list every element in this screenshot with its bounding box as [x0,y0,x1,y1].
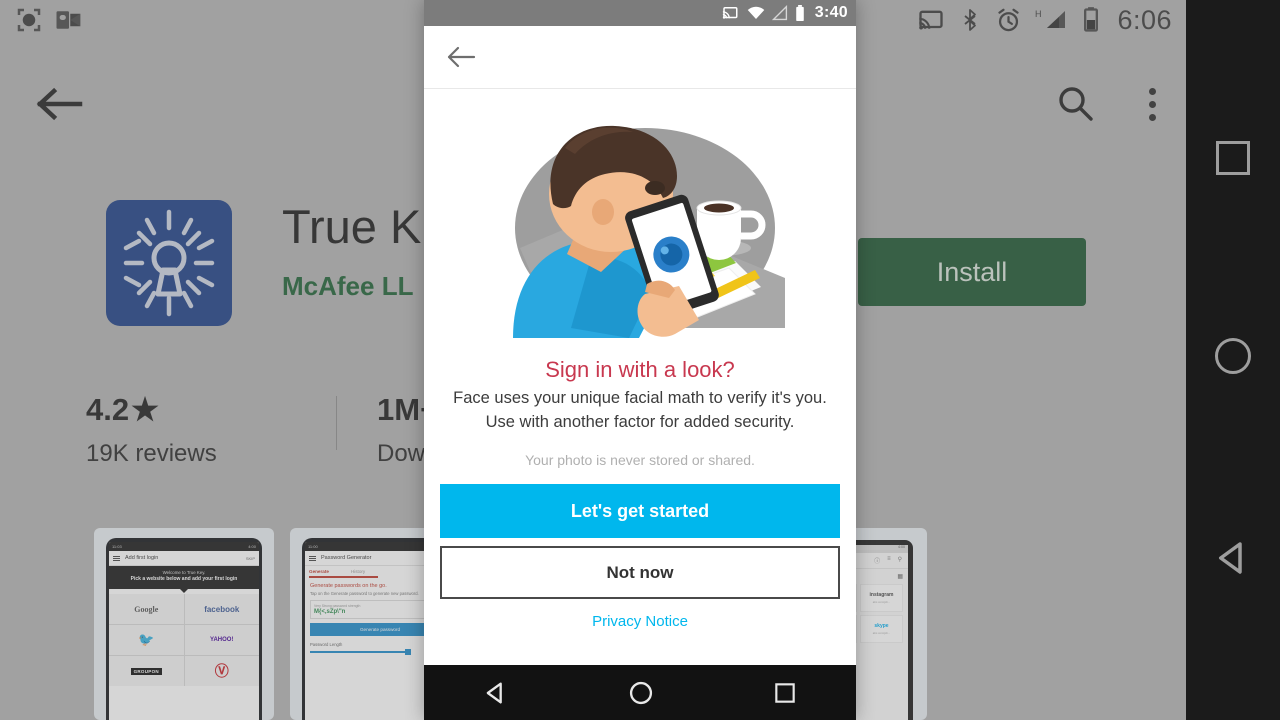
star-icon: ★ [131,392,159,427]
overlay-toolbar [424,26,856,89]
face-signin-illustration [424,89,856,357]
shot2-bar-title: Password Generator [321,555,372,561]
install-button[interactable]: Install [858,238,1086,306]
tile-pinterest: Ⓥ [184,656,259,686]
back-arrow-icon[interactable] [446,45,476,69]
inner-clock: 3:40 [814,4,848,21]
system-clock: 6:06 [1117,4,1172,35]
shot-status-right: 4:00 [248,544,256,549]
grid-view-icon: ▦ [897,574,903,580]
stat-divider [336,396,337,450]
launchpad-card: instagram abc.com/joh... [860,584,903,612]
cast-icon [720,4,740,22]
recents-square-icon[interactable] [772,680,798,706]
battery-icon [795,4,805,22]
not-now-button[interactable]: Not now [440,546,840,600]
screen-record-icon [14,5,44,35]
search-icon: ⚲ [897,557,902,563]
home-circle-icon[interactable] [627,679,655,707]
tile-google: Google [109,594,184,624]
notification-icons [14,5,84,35]
shot2-tab-history: History [350,569,366,574]
back-arrow-icon[interactable] [32,84,86,124]
rating-value: 4.2 [86,392,130,427]
shot-bar-title: Add first login [125,555,159,561]
shot-skip-label: SKIP [245,555,255,561]
overlay-content: Sign in with a look? Face uses your uniq… [424,89,856,630]
svg-text:H: H [1035,9,1042,19]
signal-icon [771,4,788,21]
shot2-slider [310,648,411,655]
shot-hero-line1: Welcome to True Key. [162,570,206,575]
app-title: True K [282,200,422,253]
screen-root: H 6:06 True K McAfee LL Install 4.2 ★ 19… [0,0,1280,720]
tile-yahoo: YAHOO! [184,625,259,655]
alarm-icon [995,7,1022,34]
overlay-body-line2: Use with another factor for added securi… [485,413,795,432]
launchpad-card: skype abc.com/joh... [860,615,903,643]
inner-navigation-bar [424,665,856,720]
home-circle-icon[interactable] [1215,337,1251,374]
sort-icon: ≡ [887,556,891,562]
outlook-icon [54,5,84,35]
shot-status-time: 11:03 [112,544,122,549]
screenshot-add-first-login[interactable]: 11:03 4:00 Add first login SKIP Welcome … [94,528,274,720]
app-header: True K McAfee LL [106,200,421,326]
overlay-body-line1: Face uses your unique facial math to ver… [453,389,827,408]
hamburger-icon [309,555,316,561]
signal-h-icon: H [1035,6,1069,34]
info-icon: ⓘ [874,559,881,565]
tab-status-time: 4:00 [898,545,905,549]
reviews-label: 19K reviews [86,440,217,467]
hamburger-icon [113,555,120,561]
system-icons: H 6:06 [917,0,1172,40]
overlay-text-block: Sign in with a look? Face uses your uniq… [424,357,856,468]
app-developer[interactable]: McAfee LL [282,271,421,302]
app-meta: True K McAfee LL [282,200,421,302]
recents-square-icon[interactable] [1216,141,1250,176]
tile-groupon: GROUPON [109,656,184,686]
true-key-onboarding-screen: 3:40 Sign in with a look? Face uses your… [424,0,856,720]
shot2-tab-generate: Generate [309,569,329,574]
shot2-status-time: 11:00 [308,544,318,549]
shot-hero-line2: Pick a website below and add your first … [130,576,238,582]
lets-get-started-button[interactable]: Let's get started [440,484,840,539]
back-triangle-icon[interactable] [1212,537,1254,579]
search-icon[interactable] [1055,83,1097,125]
overlay-fine-print: Your photo is never stored or shared. [525,452,755,469]
cast-icon [917,6,945,34]
overlay-buttons: Let's get started Not now Privacy Notice [424,484,856,630]
wifi-icon [747,5,765,21]
tile-facebook: facebook [184,594,259,624]
overlay-heading: Sign in with a look? [545,357,735,382]
inner-status-bar: 3:40 [424,0,856,26]
true-key-app-icon [106,200,232,326]
more-vert-icon[interactable] [1149,87,1156,121]
back-triangle-icon[interactable] [482,679,510,707]
shot-site-tiles: Google facebook 🐦 YAHOO! GROUPON Ⓥ [109,594,259,686]
rating-stat: 4.2 ★ 19K reviews [86,392,336,468]
privacy-notice-link[interactable]: Privacy Notice [440,613,840,630]
tile-twitter: 🐦 [109,625,184,655]
tab-actions: ⓘ ≡ ⚲ [874,556,902,565]
battery-icon [1082,6,1100,34]
device-navigation-bar [1186,0,1280,720]
bluetooth-icon [958,6,982,34]
toolbar-actions [1055,62,1156,146]
